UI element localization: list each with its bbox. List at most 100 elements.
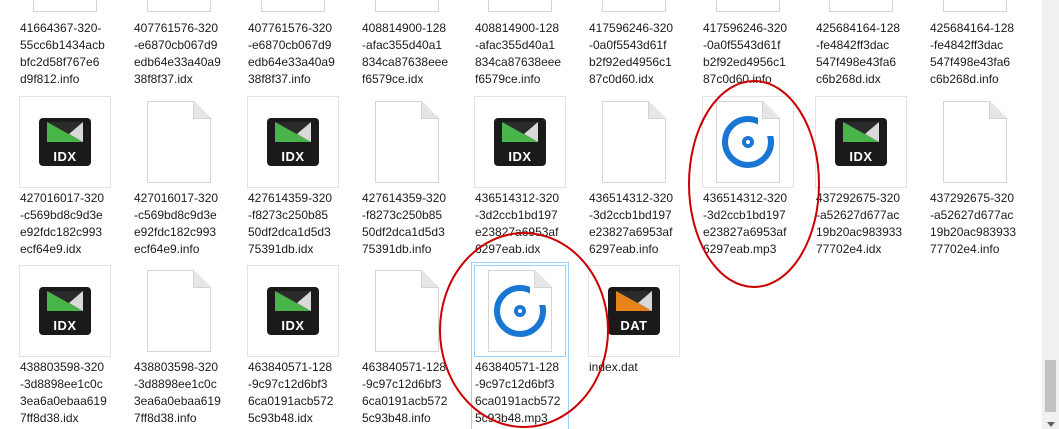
file-thumbnail: IDX <box>19 265 111 357</box>
music-groove-icon <box>722 116 774 168</box>
file-thumbnail: IDX <box>247 96 339 188</box>
file-thumbnail <box>474 0 566 17</box>
file-tile[interactable]: 436514312-320 -3d2ccb1bd197 e23827a6953a… <box>700 94 796 260</box>
file-name: 427614359-320 -f8273c250b85 50df2dca1d5d… <box>248 191 333 256</box>
file-name: 463840571-128 -9c97c12d6bf3 6ca0191acb57… <box>475 360 561 425</box>
file-name: 41664367-320- 55cc6b1434acb bfc2d58f767e… <box>20 21 105 86</box>
file-name: 427016017-320 -c569bd8c9d3e e92fdc182c99… <box>20 191 105 256</box>
file-thumbnail <box>588 0 680 17</box>
blank-file-icon <box>602 101 666 183</box>
idx-icon-label: IDX <box>53 318 77 333</box>
file-tile[interactable]: 41664367-320- 55cc6b1434acb bfc2d58f767e… <box>17 0 113 90</box>
file-tile[interactable]: IDX 437292675-320 -a52627d677ac 19b20ac98… <box>813 94 909 260</box>
file-tile[interactable]: 408814900-128 -afac355d40a1 834ca87638ee… <box>472 0 568 90</box>
file-name: 437292675-320 -a52627d677ac 19b20ac98393… <box>816 191 903 256</box>
idx-icon-label: IDX <box>53 149 77 164</box>
idx-icon-label: IDX <box>281 318 305 333</box>
file-tile[interactable]: 417596246-320 -0a0f5543d61f b2f92ed4956c… <box>700 0 796 90</box>
blank-file-icon <box>943 0 1007 12</box>
file-thumbnail <box>247 0 339 17</box>
file-name: 463840571-128 -9c97c12d6bf3 6ca0191acb57… <box>248 360 334 425</box>
file-thumbnail <box>133 0 225 17</box>
file-grid: 41664367-320- 55cc6b1434acb bfc2d58f767e… <box>0 0 1042 429</box>
idx-file-icon: IDX <box>39 287 91 335</box>
idx-file-icon: IDX <box>494 118 546 166</box>
file-name: 417596246-320 -0a0f5543d61f b2f92ed4956c… <box>703 21 788 86</box>
blank-file-icon <box>375 0 439 12</box>
file-name: 438803598-320 -3d8898ee1c0c 3ea6a0ebaa61… <box>134 360 221 425</box>
file-tile[interactable]: IDX 427016017-320 -c569bd8c9d3e e92fdc182… <box>17 94 113 260</box>
file-thumbnail <box>361 265 453 357</box>
music-groove-icon <box>494 285 546 337</box>
blank-file-icon <box>488 0 552 12</box>
file-name: 417596246-320 -0a0f5543d61f b2f92ed4956c… <box>589 21 674 86</box>
file-thumbnail: IDX <box>474 96 566 188</box>
file-name: 427614359-320 -f8273c250b85 50df2dca1d5d… <box>362 191 447 256</box>
idx-file-icon: IDX <box>835 118 887 166</box>
file-tile[interactable]: IDX 436514312-320 -3d2ccb1bd197 e23827a69… <box>472 94 568 260</box>
blank-file-icon <box>602 0 666 12</box>
file-tile[interactable]: 425684164-128 -fe4842ff3dac 547f498e43fa… <box>813 0 909 90</box>
file-name: 437292675-320 -a52627d677ac 19b20ac98393… <box>930 191 1017 256</box>
file-thumbnail: IDX <box>19 96 111 188</box>
file-tile[interactable]: 417596246-320 -0a0f5543d61f b2f92ed4956c… <box>586 0 682 90</box>
blank-file-icon <box>716 0 780 12</box>
blank-file-icon <box>943 101 1007 183</box>
file-name: 425684164-128 -fe4842ff3dac 547f498e43fa… <box>930 21 1015 86</box>
file-name: 436514312-320 -3d2ccb1bd197 e23827a6953a… <box>589 191 674 256</box>
file-tile[interactable]: 427016017-320 -c569bd8c9d3e e92fdc182c99… <box>131 94 227 260</box>
blank-file-icon <box>147 0 211 12</box>
idx-file-icon: IDX <box>39 118 91 166</box>
file-thumbnail <box>815 0 907 17</box>
file-thumbnail <box>19 0 111 17</box>
file-name: 407761576-320 -e6870cb067d9 edb64e33a40a… <box>134 21 221 86</box>
file-tile[interactable]: 427614359-320 -f8273c250b85 50df2dca1d5d… <box>359 94 455 260</box>
idx-icon-label: IDX <box>281 149 305 164</box>
file-name: 436514312-320 -3d2ccb1bd197 e23827a6953a… <box>703 191 788 256</box>
file-tile[interactable]: 463840571-128 -9c97c12d6bf3 6ca0191acb57… <box>359 263 455 429</box>
scroll-down-arrow-icon[interactable] <box>1047 422 1055 427</box>
dat-file-icon: DAT <box>608 287 660 335</box>
document-page-icon <box>488 270 552 352</box>
blank-file-icon <box>147 101 211 183</box>
idx-icon-label: IDX <box>849 149 873 164</box>
idx-icon-label: IDX <box>508 149 532 164</box>
file-thumbnail <box>361 0 453 17</box>
file-name: 436514312-320 -3d2ccb1bd197 e23827a6953a… <box>475 191 560 256</box>
file-thumbnail <box>588 96 680 188</box>
file-thumbnail <box>133 96 225 188</box>
file-tile[interactable]: IDX 427614359-320 -f8273c250b85 50df2dca1… <box>245 94 341 260</box>
file-name: index.dat <box>589 360 638 374</box>
dat-icon-label: DAT <box>620 318 648 333</box>
file-thumbnail <box>929 96 1021 188</box>
file-tile[interactable]: 407761576-320 -e6870cb067d9 edb64e33a40a… <box>245 0 341 90</box>
file-thumbnail <box>702 0 794 17</box>
vertical-scrollbar[interactable] <box>1042 0 1059 429</box>
file-thumbnail <box>929 0 1021 17</box>
file-tile[interactable]: 463840571-128 -9c97c12d6bf3 6ca0191acb57… <box>471 262 569 429</box>
file-tile[interactable]: 407761576-320 -e6870cb067d9 edb64e33a40a… <box>131 0 227 90</box>
idx-file-icon: IDX <box>267 118 319 166</box>
file-tile[interactable]: 408814900-128 -afac355d40a1 834ca87638ee… <box>359 0 455 90</box>
file-tile[interactable]: 438803598-320 -3d8898ee1c0c 3ea6a0ebaa61… <box>131 263 227 429</box>
file-name: 438803598-320 -3d8898ee1c0c 3ea6a0ebaa61… <box>20 360 107 425</box>
file-thumbnail: IDX <box>815 96 907 188</box>
blank-file-icon <box>375 101 439 183</box>
blank-file-icon <box>375 270 439 352</box>
blank-file-icon <box>147 270 211 352</box>
file-tile[interactable]: 425684164-128 -fe4842ff3dac 547f498e43fa… <box>927 0 1023 90</box>
file-thumbnail <box>361 96 453 188</box>
blank-file-icon <box>829 0 893 12</box>
blank-file-icon <box>33 0 97 12</box>
scrollbar-thumb[interactable] <box>1045 360 1056 412</box>
file-tile[interactable]: IDX 463840571-128 -9c97c12d6bf3 6ca0191ac… <box>245 263 341 429</box>
file-tile[interactable]: IDX 438803598-320 -3d8898ee1c0c 3ea6a0eba… <box>17 263 113 429</box>
file-name: 407761576-320 -e6870cb067d9 edb64e33a40a… <box>248 21 335 86</box>
file-tile[interactable]: 437292675-320 -a52627d677ac 19b20ac98393… <box>927 94 1023 260</box>
blank-file-icon <box>261 0 325 12</box>
file-tile[interactable]: DAT index.dat <box>586 263 682 429</box>
file-name: 425684164-128 -fe4842ff3dac 547f498e43fa… <box>816 21 901 86</box>
file-name: 427016017-320 -c569bd8c9d3e e92fdc182c99… <box>134 191 219 256</box>
file-thumbnail: IDX <box>247 265 339 357</box>
file-tile[interactable]: 436514312-320 -3d2ccb1bd197 e23827a6953a… <box>586 94 682 260</box>
